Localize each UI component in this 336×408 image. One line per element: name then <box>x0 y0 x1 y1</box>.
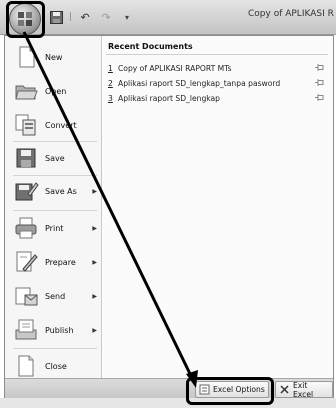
new-label: New <box>45 52 63 62</box>
redo-icon: ↷ <box>101 10 111 24</box>
excel-options-button[interactable]: Excel Options <box>195 381 269 398</box>
redo-button[interactable]: ↷ <box>98 9 114 25</box>
divider <box>13 210 97 211</box>
excel-options-label: Excel Options <box>213 385 265 394</box>
undo-button[interactable]: ↶ <box>77 9 93 25</box>
send-label: Send <box>45 291 66 301</box>
recent-document-name: Copy of APLIKASI RAPORT MTs <box>118 63 232 73</box>
window-title: Copy of APLIKASI R <box>248 9 334 19</box>
exit-excel-label: Exit Excel <box>293 380 314 399</box>
office-button[interactable] <box>9 3 41 35</box>
print-command[interactable]: Print ▶ <box>9 213 101 243</box>
new-document-icon <box>13 44 39 70</box>
divider <box>106 54 328 55</box>
quick-access-toolbar: | ↶ ↷ ▾ <box>48 6 135 28</box>
options-icon <box>199 384 210 395</box>
recent-document-name: Aplikasi raport SD_lengkap <box>118 93 221 103</box>
recent-document-number: 3 <box>108 93 113 103</box>
save-label: Save <box>45 153 65 163</box>
menu-footer: Excel Options Exit Excel <box>5 378 333 399</box>
folder-open-icon <box>13 78 39 104</box>
command-list: New Open Convert Save Save As ▶ Print ▶ Prepare ▶… <box>5 36 102 378</box>
prepare-label: Prepare <box>45 257 76 267</box>
recent-document-name: Aplikasi raport SD_lengkap_tanpa pasword <box>118 78 281 88</box>
worksheet-strip <box>0 398 336 408</box>
chevron-down-icon: ▾ <box>125 12 130 22</box>
save-as-icon <box>13 178 39 204</box>
office-logo-icon <box>18 12 32 26</box>
quick-save-button[interactable] <box>48 9 64 25</box>
pin-icon[interactable] <box>315 64 324 71</box>
customize-toolbar-button[interactable]: ▾ <box>119 9 135 25</box>
open-label: Open <box>45 86 67 96</box>
convert-command[interactable]: Convert <box>9 110 101 140</box>
pin-icon[interactable] <box>315 94 324 101</box>
pin-icon[interactable] <box>315 79 324 86</box>
publish-command[interactable]: Publish ▶ <box>9 315 101 345</box>
title-bar: | ↶ ↷ ▾ Copy of APLIKASI R <box>0 0 336 35</box>
submenu-arrow-icon: ▶ <box>92 326 97 334</box>
divider <box>13 141 97 142</box>
recent-documents-title: Recent Documents <box>108 42 193 51</box>
submenu-arrow-icon: ▶ <box>92 224 97 232</box>
recent-document-number: 2 <box>108 78 113 88</box>
divider <box>13 348 97 349</box>
convert-label: Convert <box>45 120 77 130</box>
prepare-command[interactable]: Prepare ▶ <box>9 247 101 277</box>
publish-label: Publish <box>45 325 74 335</box>
recent-document-item[interactable]: 2 Aplikasi raport SD_lengkap_tanpa paswor… <box>108 76 328 90</box>
divider <box>13 175 97 176</box>
send-icon <box>13 283 39 309</box>
print-label: Print <box>45 223 64 233</box>
recent-documents-panel: Recent Documents 1 Copy of APLIKASI RAPOR… <box>102 36 333 378</box>
toolbar-separator: | <box>69 12 73 22</box>
close-label: Close <box>45 361 67 371</box>
close-document-icon <box>13 353 39 379</box>
send-command[interactable]: Send ▶ <box>9 281 101 311</box>
floppy-disk-icon <box>13 145 39 171</box>
floppy-disk-icon <box>49 10 63 24</box>
new-command[interactable]: New <box>9 42 101 72</box>
submenu-arrow-icon: ▶ <box>92 292 97 300</box>
recent-document-item[interactable]: 1 Copy of APLIKASI RAPORT MTs <box>108 61 328 75</box>
save-as-label: Save As <box>45 186 77 196</box>
close-command[interactable]: Close <box>9 351 101 381</box>
submenu-arrow-icon: ▶ <box>92 187 97 195</box>
recent-document-number: 1 <box>108 63 113 73</box>
undo-icon: ↶ <box>80 10 90 24</box>
close-icon <box>280 385 289 394</box>
publish-icon <box>13 317 39 343</box>
printer-icon <box>13 215 39 241</box>
open-command[interactable]: Open <box>9 76 101 106</box>
convert-icon <box>13 112 39 138</box>
exit-excel-button[interactable]: Exit Excel <box>275 380 333 399</box>
recent-document-item[interactable]: 3 Aplikasi raport SD_lengkap <box>108 91 328 105</box>
save-as-command[interactable]: Save As ▶ <box>9 176 101 206</box>
save-command[interactable]: Save <box>9 143 101 173</box>
prepare-icon <box>13 249 39 275</box>
office-menu: New Open Convert Save Save As ▶ Print ▶ Prepare ▶… <box>4 35 334 399</box>
submenu-arrow-icon: ▶ <box>92 258 97 266</box>
